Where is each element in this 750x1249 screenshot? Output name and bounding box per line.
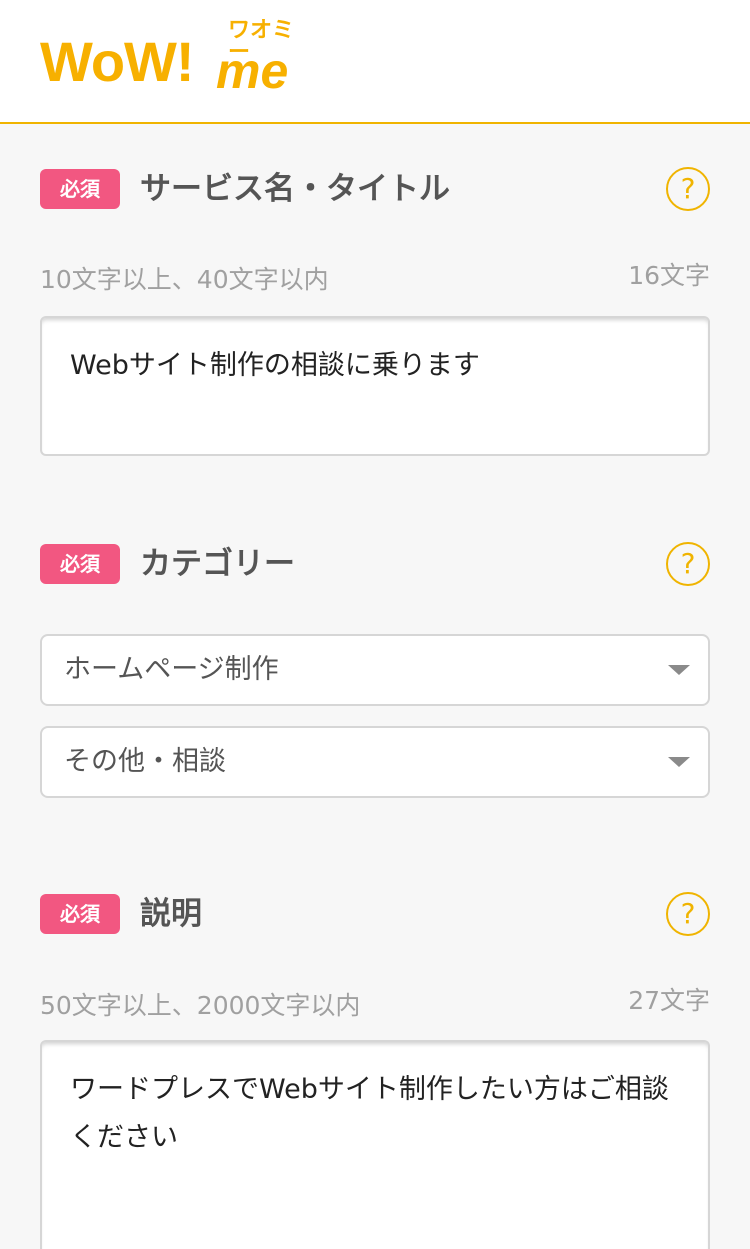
section-category-header: 必須 カテゴリー ? [40,540,710,588]
wowme-logo[interactable]: WoW! me ワオミー [40,20,310,100]
section-label-title: サービス名・タイトル [140,171,450,207]
category-select-secondary[interactable]: その他・相談 [40,726,710,798]
title-length-hint: 10文字以上、40文字以内 [40,265,329,294]
app-header: WoW! me ワオミー [0,0,750,124]
section-label-description: 説明 [140,896,202,932]
category-select-value: その他・相談 [64,746,226,777]
help-icon[interactable]: ? [666,542,710,586]
description-textarea[interactable]: ワードプレスでWebサイト制作したい方はご相談ください [40,1040,710,1249]
section-description-header: 必須 説明 ? [40,890,710,938]
description-char-count: 27文字 [628,986,710,1015]
help-icon[interactable]: ? [666,167,710,211]
section-title-header: 必須 サービス名・タイトル ? [40,165,710,213]
logo-kana: ワオミー [228,18,295,65]
logo-wordmark: WoW! [40,30,195,93]
description-length-hint: 50文字以上、2000文字以内 [40,991,361,1020]
chevron-down-icon [668,757,690,767]
category-select-primary[interactable]: ホームページ制作 [40,634,710,706]
category-select-value: ホームページ制作 [64,654,279,685]
required-badge: 必須 [40,894,120,934]
required-badge: 必須 [40,544,120,584]
chevron-down-icon [668,665,690,675]
required-badge: 必須 [40,169,120,209]
title-input[interactable]: Webサイト制作の相談に乗ります [40,316,710,456]
section-label-category: カテゴリー [140,546,295,582]
help-icon[interactable]: ? [666,892,710,936]
title-char-count: 16文字 [628,261,710,290]
